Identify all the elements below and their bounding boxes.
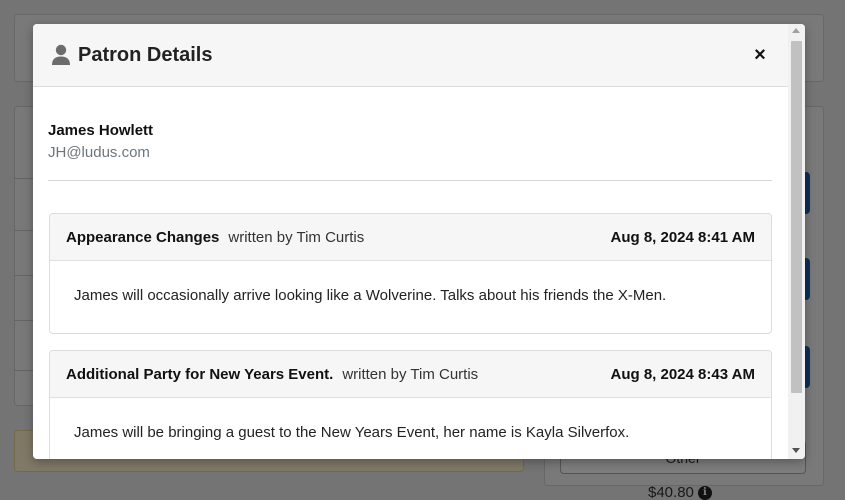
note-title: Additional Party for New Years Event. bbox=[66, 365, 334, 383]
patron-name: James Howlett bbox=[48, 122, 154, 139]
note-date: Aug 8, 2024 8:43 AM bbox=[610, 365, 756, 383]
note-body: James will be bringing a guest to the Ne… bbox=[74, 424, 630, 441]
patron-email: JH@ludus.com bbox=[48, 144, 150, 161]
modal-header: Patron Details × bbox=[33, 24, 788, 87]
note-header: Additional Party for New Years Event. wr… bbox=[50, 351, 771, 398]
note-author: written by Tim Curtis bbox=[228, 228, 365, 246]
note-header: Appearance Changes written by Tim Curtis… bbox=[50, 214, 771, 261]
scroll-up-arrow-icon[interactable] bbox=[792, 28, 800, 33]
note-card: Appearance Changes written by Tim Curtis… bbox=[49, 213, 772, 334]
note-body: James will occasionally arrive looking l… bbox=[74, 287, 667, 304]
divider bbox=[48, 180, 772, 181]
scroll-thumb[interactable] bbox=[791, 41, 802, 393]
note-card: Additional Party for New Years Event. wr… bbox=[49, 350, 772, 459]
close-button[interactable]: × bbox=[749, 44, 771, 66]
note-date: Aug 8, 2024 8:41 AM bbox=[610, 228, 756, 246]
modal-scrollbar[interactable] bbox=[788, 24, 805, 459]
modal-body: James Howlett JH@ludus.com Appearance Ch… bbox=[33, 88, 788, 459]
patron-details-modal: Patron Details × James Howlett JH@ludus.… bbox=[33, 24, 805, 459]
modal-title: Patron Details bbox=[78, 43, 213, 66]
person-icon bbox=[52, 44, 70, 65]
scroll-down-arrow-icon[interactable] bbox=[792, 448, 800, 453]
note-author: written by Tim Curtis bbox=[342, 365, 479, 383]
note-title: Appearance Changes bbox=[66, 228, 220, 246]
